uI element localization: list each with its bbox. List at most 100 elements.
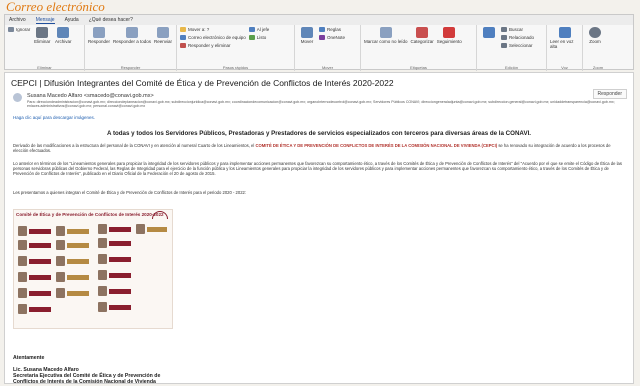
menu-archivo[interactable]: Archivo <box>9 17 26 23</box>
member-bar <box>29 242 51 248</box>
member-card <box>136 224 167 234</box>
member-photo <box>98 302 107 312</box>
check-icon <box>248 35 255 40</box>
member-bar <box>109 304 131 310</box>
member-bar <box>29 306 51 312</box>
forward-icon <box>157 27 170 38</box>
folder-icon <box>180 27 186 32</box>
group-caption: Edición <box>504 65 519 70</box>
onenote-icon <box>319 35 325 40</box>
signature-org: Conflictos de Interés de la Comisión Nac… <box>13 379 156 385</box>
reply-icon <box>93 27 105 38</box>
reply-all-button[interactable]: Responder a todos <box>113 27 151 63</box>
sender[interactable]: Susana Macedo Alfaro <smacedo@conavi.gob… <box>27 93 154 99</box>
member-photo <box>18 304 27 314</box>
member-photo <box>136 224 145 234</box>
reply-button[interactable]: Responder <box>88 27 110 63</box>
menu-ayuda[interactable]: Ayuda <box>65 17 79 23</box>
member-card <box>18 304 51 314</box>
rules-icon <box>319 27 325 32</box>
member-photo <box>98 224 107 234</box>
member-photo <box>98 286 107 296</box>
member-photo <box>98 254 107 264</box>
rules-button[interactable]: Reglas <box>319 27 345 32</box>
member-bar <box>109 226 131 232</box>
ignore-icon <box>8 27 14 32</box>
member-photo <box>18 256 27 266</box>
message-pane: CEPCI | Difusión Integrantes del Comité … <box>4 72 634 385</box>
member-bar <box>29 258 51 264</box>
member-bar <box>29 290 51 296</box>
member-card <box>56 272 89 282</box>
archive-icon <box>57 27 70 38</box>
select-button[interactable]: Seleccionar <box>501 43 534 48</box>
find-button[interactable]: Buscar <box>501 27 534 32</box>
categorize-button[interactable]: Categorizar <box>411 27 434 63</box>
window-title: Correo electrónico <box>6 0 105 14</box>
onenote-button[interactable]: OneNote <box>319 35 345 40</box>
member-bar <box>29 274 51 280</box>
find-icon <box>501 27 507 32</box>
reply-header-button[interactable]: Responder <box>592 89 627 99</box>
follow-up-button[interactable]: Seguimiento <box>437 27 462 63</box>
member-bar <box>109 256 131 262</box>
member-bar <box>29 228 51 234</box>
member-card <box>98 238 131 248</box>
group-edicion: Buscar Relacionado Seleccionar Edición <box>477 25 547 71</box>
translate-button[interactable] <box>480 27 498 63</box>
member-photo <box>98 238 107 248</box>
reply-delete-icon <box>180 43 186 48</box>
ignore-button[interactable]: Ignorar <box>8 27 30 32</box>
mark-unread-button[interactable]: Marcar como no leído <box>364 27 408 63</box>
quickstep-reply-delete[interactable]: Responder y eliminar <box>180 43 246 48</box>
group-caption: Eliminar <box>37 65 52 70</box>
paragraph-2: Lo anterior en términos de los "Lineamie… <box>13 161 622 177</box>
read-aloud-button[interactable]: Leer en voz alta <box>550 27 579 63</box>
menu-mensaje[interactable]: Mensaje <box>35 17 55 24</box>
menu-search[interactable]: ¿Qué desea hacer? <box>89 17 133 23</box>
quickstep-team[interactable]: Correo electrónico de equipo <box>180 35 246 40</box>
zoom-button[interactable]: Zoom <box>586 27 604 63</box>
member-photo <box>56 288 65 298</box>
member-card <box>18 226 51 236</box>
member-bar <box>109 288 131 294</box>
member-card <box>56 288 89 298</box>
member-bar <box>67 258 89 264</box>
move-button[interactable]: Mover <box>298 27 316 63</box>
paragraph-1: Derivado de las modificaciones a la estr… <box>13 143 611 154</box>
quickstep-move[interactable]: Mover a: ? <box>180 27 246 32</box>
group-caption: Responder <box>120 65 141 70</box>
member-photo <box>56 256 65 266</box>
message-headline: A todas y todos los Servidores Públicos,… <box>106 130 532 137</box>
manager-icon <box>248 27 255 32</box>
team-icon <box>180 35 186 40</box>
categorize-icon <box>416 27 429 38</box>
archive-button[interactable]: Archivar <box>54 27 72 63</box>
paragraph-3: Les presentamos a quienes integran el Co… <box>13 190 247 195</box>
member-photo <box>56 240 65 250</box>
related-button[interactable]: Relacionado <box>501 35 534 40</box>
group-caption: Voz <box>561 65 568 70</box>
committee-infographic: Comité de Ética y de Prevención de Confl… <box>13 209 173 329</box>
member-card <box>98 286 131 296</box>
download-images-link[interactable]: Haga clic aquí para descargar imágenes. <box>13 115 95 120</box>
flag-icon <box>443 27 456 38</box>
member-photo <box>56 226 65 236</box>
member-photo <box>56 272 65 282</box>
member-card <box>56 226 89 236</box>
avatar <box>13 93 22 102</box>
forward-button[interactable]: Reenviar <box>154 27 172 63</box>
member-card <box>98 254 131 264</box>
member-photo <box>18 226 27 236</box>
translate-icon <box>483 27 495 38</box>
quickstep-done[interactable]: Listo <box>248 35 270 40</box>
member-card <box>18 272 51 282</box>
zoom-icon <box>589 27 601 38</box>
delete-button[interactable]: Eliminar <box>33 27 51 63</box>
infographic-title: Comité de Ética y de Prevención de Confl… <box>16 212 164 217</box>
reply-all-icon <box>126 27 139 38</box>
member-card <box>56 256 89 266</box>
member-photo <box>18 288 27 298</box>
quickstep-manager[interactable]: Al jefe <box>248 27 269 32</box>
member-bar <box>67 290 89 296</box>
